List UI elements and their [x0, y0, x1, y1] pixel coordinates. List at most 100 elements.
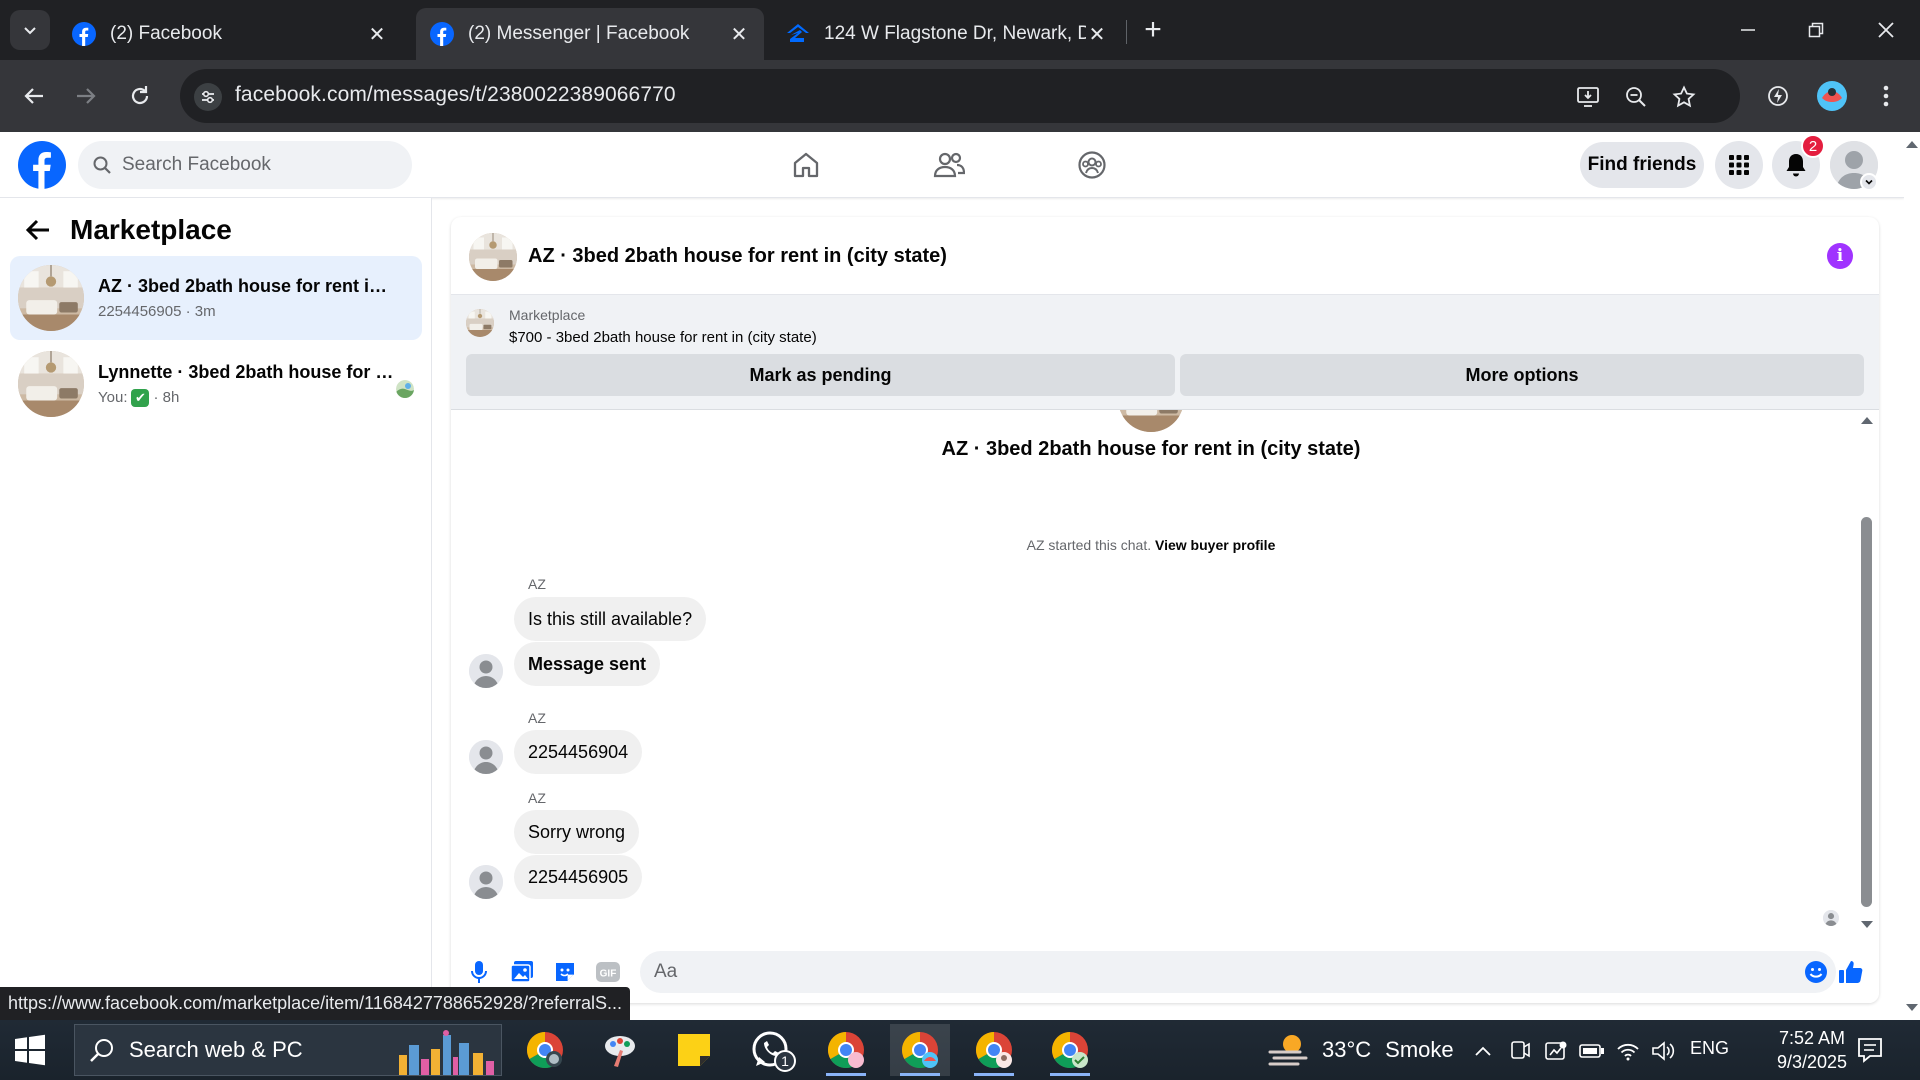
groups-icon — [1078, 151, 1106, 179]
tab-facebook[interactable]: (2) Facebook ✕ — [58, 8, 402, 60]
message-bubble[interactable]: Is this still available? — [514, 597, 707, 641]
close-icon — [1878, 22, 1894, 38]
sidebar-title: Marketplace — [70, 214, 232, 245]
conversation-title: AZ · 3bed 2bath house for rent in (city … — [98, 276, 398, 296]
facebook-logo-icon[interactable] — [18, 141, 66, 189]
taskbar-chrome-profile-1[interactable] — [816, 1024, 876, 1076]
taskbar-chrome-lens[interactable] — [515, 1024, 575, 1076]
chrome-menu-icon[interactable] — [1866, 76, 1906, 116]
paint-icon — [605, 1036, 635, 1067]
tab-label: (2) Facebook — [110, 23, 222, 44]
search-input[interactable] — [122, 154, 402, 176]
nav-friends[interactable] — [925, 142, 973, 188]
sidebar-header: Marketplace — [22, 214, 232, 246]
gif-button[interactable]: GIF — [594, 958, 622, 986]
language-indicator[interactable]: ENG — [1690, 1038, 1729, 1059]
chrome-profile-avatar[interactable] — [1812, 76, 1852, 116]
tab-search-button[interactable] — [10, 10, 50, 50]
menu-button[interactable] — [1715, 141, 1763, 189]
volume-icon[interactable] — [1650, 1038, 1676, 1064]
mark-as-pending-button[interactable]: Mark as pending — [466, 354, 1175, 396]
battery-icon[interactable] — [1579, 1038, 1605, 1064]
conversation-title: Lynnette · 3bed 2bath house for rent in … — [98, 361, 398, 382]
tab-messenger[interactable]: (2) Messenger | Facebook ✕ — [416, 8, 764, 60]
sender-avatar[interactable] — [469, 865, 503, 899]
taskbar-chrome-profile-4[interactable] — [1040, 1024, 1100, 1076]
sender-avatar[interactable] — [469, 654, 503, 688]
message-bubble[interactable]: Sorry wrong — [514, 810, 640, 854]
performance-icon[interactable] — [1758, 76, 1798, 116]
url-text[interactable]: facebook.com/messages/t/2380022389066770 — [235, 83, 676, 107]
restore-button[interactable] — [1782, 0, 1850, 60]
emoji-icon[interactable] — [1804, 960, 1828, 984]
tab-close-button[interactable]: ✕ — [728, 22, 750, 47]
tab-zillow[interactable]: 124 W Flagstone Dr, Newark, DE ✕ — [772, 8, 1122, 60]
taskbar-whatsapp[interactable]: 1 — [740, 1024, 800, 1076]
sender-avatar[interactable] — [469, 740, 503, 774]
tray-app-icon[interactable] — [1543, 1038, 1569, 1064]
thread-scroll-thumb[interactable] — [1861, 517, 1872, 907]
scroll-down-icon[interactable] — [1904, 1002, 1920, 1014]
voice-clip-button[interactable] — [465, 958, 493, 986]
scroll-down-icon[interactable] — [1859, 919, 1875, 931]
restore-icon — [1808, 22, 1824, 38]
forward-button[interactable] — [66, 76, 106, 116]
reload-button[interactable] — [120, 76, 160, 116]
message-bubble[interactable]: Message sent — [514, 642, 661, 686]
home-icon — [793, 152, 819, 178]
chat-panel: AZ · 3bed 2bath house for rent in (city … — [451, 217, 1879, 1003]
chat-avatar[interactable] — [469, 233, 517, 281]
running-indicator — [974, 1073, 1014, 1076]
nav-groups[interactable] — [1068, 142, 1116, 188]
install-app-icon[interactable] — [1574, 83, 1602, 111]
taskbar-chrome-profile-3[interactable] — [964, 1024, 1024, 1076]
more-options-button[interactable]: More options — [1180, 354, 1864, 396]
taskbar-sticky-notes[interactable] — [664, 1024, 724, 1076]
listing-title[interactable]: $700 - 3bed 2bath house for rent in (cit… — [509, 329, 817, 346]
back-button[interactable] — [14, 76, 54, 116]
chevron-down-icon — [24, 27, 36, 35]
taskbar-chrome-active[interactable] — [890, 1024, 950, 1076]
minimize-button[interactable] — [1714, 0, 1782, 60]
message-input[interactable] — [654, 959, 1784, 985]
close-window-button[interactable] — [1852, 0, 1920, 60]
page-scrollbar[interactable] — [1904, 132, 1920, 1020]
conversation-item[interactable]: Lynnette · 3bed 2bath house for rent in … — [10, 342, 422, 426]
wifi-icon[interactable] — [1615, 1038, 1641, 1064]
zillow-favicon-icon — [787, 24, 809, 42]
like-send-button[interactable] — [1837, 958, 1865, 986]
scroll-up-icon[interactable] — [1904, 138, 1920, 150]
nav-home[interactable] — [782, 142, 830, 188]
conversation-item[interactable]: AZ · 3bed 2bath house for rent in (city … — [10, 256, 422, 340]
account-caret-icon[interactable] — [1860, 173, 1878, 191]
windows-start-icon[interactable] — [14, 1034, 46, 1066]
taskbar-clock[interactable]: 7:52 AM 9/3/2025 — [1752, 1026, 1872, 1074]
tray-overflow-icon[interactable] — [1470, 1038, 1496, 1064]
facebook-search[interactable] — [78, 141, 412, 189]
new-tab-button[interactable]: + — [1138, 12, 1168, 48]
tab-close-button[interactable]: ✕ — [366, 22, 388, 47]
site-settings-icon[interactable] — [194, 83, 222, 111]
bookmark-star-icon[interactable] — [1670, 83, 1698, 111]
taskbar-weather[interactable]: 33°C Smoke — [1268, 1020, 1454, 1080]
sticker-button[interactable] — [551, 958, 579, 986]
chat-title[interactable]: AZ · 3bed 2bath house for rent in (city … — [528, 245, 947, 268]
attach-photo-button[interactable] — [508, 958, 536, 986]
scroll-up-icon[interactable] — [1859, 414, 1875, 426]
notification-center-icon[interactable] — [1856, 1036, 1884, 1064]
find-friends-button[interactable]: Find friends — [1580, 142, 1704, 188]
view-buyer-profile-link[interactable]: View buyer profile — [1155, 537, 1275, 553]
tab-close-button[interactable]: ✕ — [1086, 22, 1108, 47]
zoom-icon[interactable] — [1622, 83, 1650, 111]
address-bar[interactable]: facebook.com/messages/t/2380022389066770 — [180, 69, 1740, 123]
taskbar-search[interactable]: Search web & PC — [74, 1024, 502, 1076]
facebook-favicon-icon — [430, 22, 454, 46]
taskbar-app-paint[interactable] — [590, 1024, 650, 1076]
tray-meet-icon[interactable] — [1507, 1038, 1533, 1064]
message-bubble[interactable]: 2254456904 — [514, 730, 643, 774]
thumbs-up-icon — [1839, 961, 1863, 983]
chrome-icon — [975, 1032, 1012, 1069]
message-bubble[interactable]: 2254456905 — [514, 855, 643, 899]
info-icon[interactable]: i — [1827, 243, 1853, 269]
back-arrow-button[interactable] — [22, 214, 54, 246]
